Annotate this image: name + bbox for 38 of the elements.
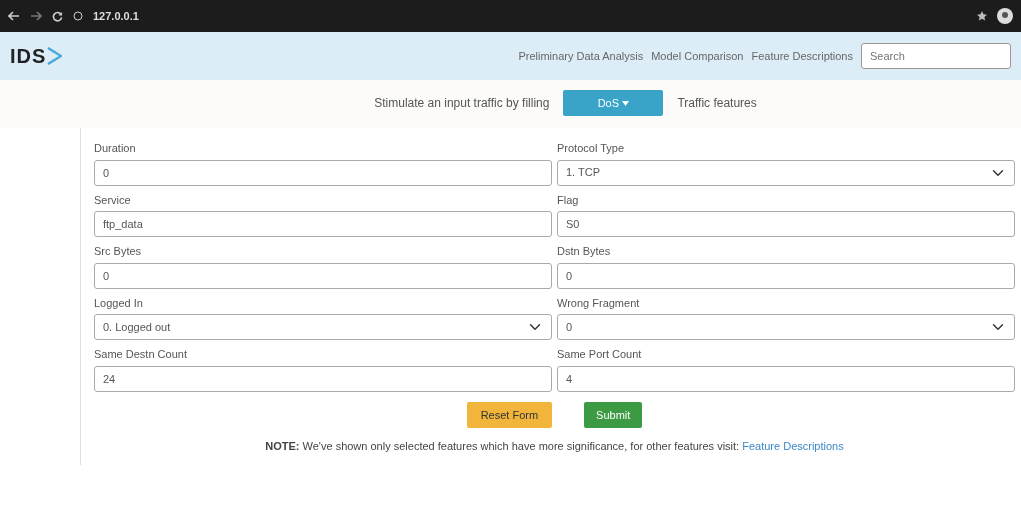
field-label: Flag [557,192,580,208]
reload-icon[interactable] [52,10,63,22]
address-text[interactable]: 127.0.0.1 [93,7,139,25]
field-label: Dstn Bytes [557,244,612,259]
avatar-icon[interactable] [997,8,1013,24]
field-label: Duration [94,141,137,156]
reset-button[interactable]: Reset Form [466,401,553,428]
prompt-text: Stimulate an input traffic by filling [374,95,550,112]
select-field[interactable]: 0 [557,314,1015,340]
input-field[interactable]: ftp_data [94,211,552,237]
search-field[interactable]: Search [861,43,1011,69]
back-icon[interactable] [8,11,20,21]
nav-link[interactable]: Feature Descriptions [751,47,853,65]
input-field[interactable]: 24 [94,365,552,392]
input-field[interactable]: 0 [94,262,552,289]
nav-link[interactable]: Model Comparison [651,47,744,65]
select-field[interactable]: 1. TCP [557,159,1015,186]
input-field[interactable]: S0 [557,211,1015,237]
caret-icon [622,101,630,107]
field-label: Protocol Type [557,141,626,156]
input-field[interactable]: 4 [557,365,1015,392]
field-label: Logged In [94,295,144,311]
input-field[interactable]: 0 [557,262,1015,289]
input-field[interactable]: 0 [94,159,552,186]
nav-link[interactable]: Preliminary Data Analysis [518,47,644,65]
logo[interactable]: IDS [10,41,63,71]
field-label: Src Bytes [94,244,143,259]
feature-descriptions-link[interactable]: Feature Descriptions [742,440,844,452]
select-field[interactable]: 0. Logged out [94,314,552,340]
field-label: Same Port Count [557,347,643,362]
note-text: NOTE: We've shown only selected features which have more significance, for other features visit: Feature Descriptions [264,439,845,454]
submit-button[interactable]: Submit [584,401,643,428]
forward-icon[interactable] [30,11,42,21]
star-icon[interactable] [977,11,987,21]
field-label: Same Destn Count [94,347,188,362]
prompt-text: Traffic features [677,95,757,112]
field-label: Wrong Fragment [557,295,641,311]
field-label: Service [94,192,132,208]
